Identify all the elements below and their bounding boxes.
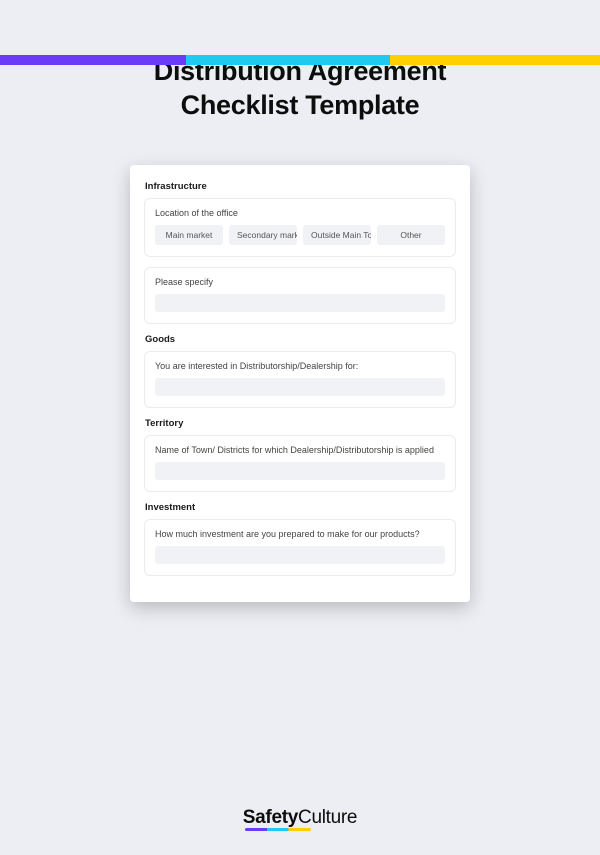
brand-second: Culture [298, 807, 357, 828]
location-options: Main market Secondary market Outside Mai… [155, 225, 445, 245]
input-investment[interactable] [155, 546, 445, 564]
option-main-market[interactable]: Main market [155, 225, 223, 245]
accent-cyan [186, 55, 390, 65]
brand-first: Safety [243, 807, 298, 828]
section-heading-infrastructure: Infrastructure [145, 181, 456, 192]
label-goods: You are interested in Distributorship/De… [155, 361, 445, 371]
group-specify: Please specify [144, 267, 456, 324]
option-secondary-market[interactable]: Secondary market [229, 225, 297, 245]
label-territory: Name of Town/ Districts for which Dealer… [155, 445, 445, 455]
form-card: Infrastructure Location of the office Ma… [130, 165, 470, 602]
section-heading-investment: Investment [145, 502, 456, 513]
input-specify[interactable] [155, 294, 445, 312]
label-specify: Please specify [155, 277, 445, 287]
option-outside-main-town[interactable]: Outside Main Tow [303, 225, 371, 245]
input-territory[interactable] [155, 462, 445, 480]
accent-yellow [390, 55, 600, 65]
section-heading-goods: Goods [145, 334, 456, 345]
option-other[interactable]: Other [377, 225, 445, 245]
brand-logo: SafetyCulture [243, 807, 357, 829]
page-title: Distribution Agreement Checklist Templat… [0, 55, 600, 123]
title-line-2: Checklist Template [181, 90, 420, 120]
label-location: Location of the office [155, 208, 445, 218]
accent-purple [0, 55, 186, 65]
group-goods: You are interested in Distributorship/De… [144, 351, 456, 408]
group-investment: How much investment are you prepared to … [144, 519, 456, 576]
footer: SafetyCulture [0, 807, 600, 829]
section-heading-territory: Territory [145, 418, 456, 429]
group-territory: Name of Town/ Districts for which Dealer… [144, 435, 456, 492]
top-accent-bar [0, 55, 600, 65]
input-goods[interactable] [155, 378, 445, 396]
label-investment: How much investment are you prepared to … [155, 529, 445, 539]
group-location: Location of the office Main market Secon… [144, 198, 456, 257]
